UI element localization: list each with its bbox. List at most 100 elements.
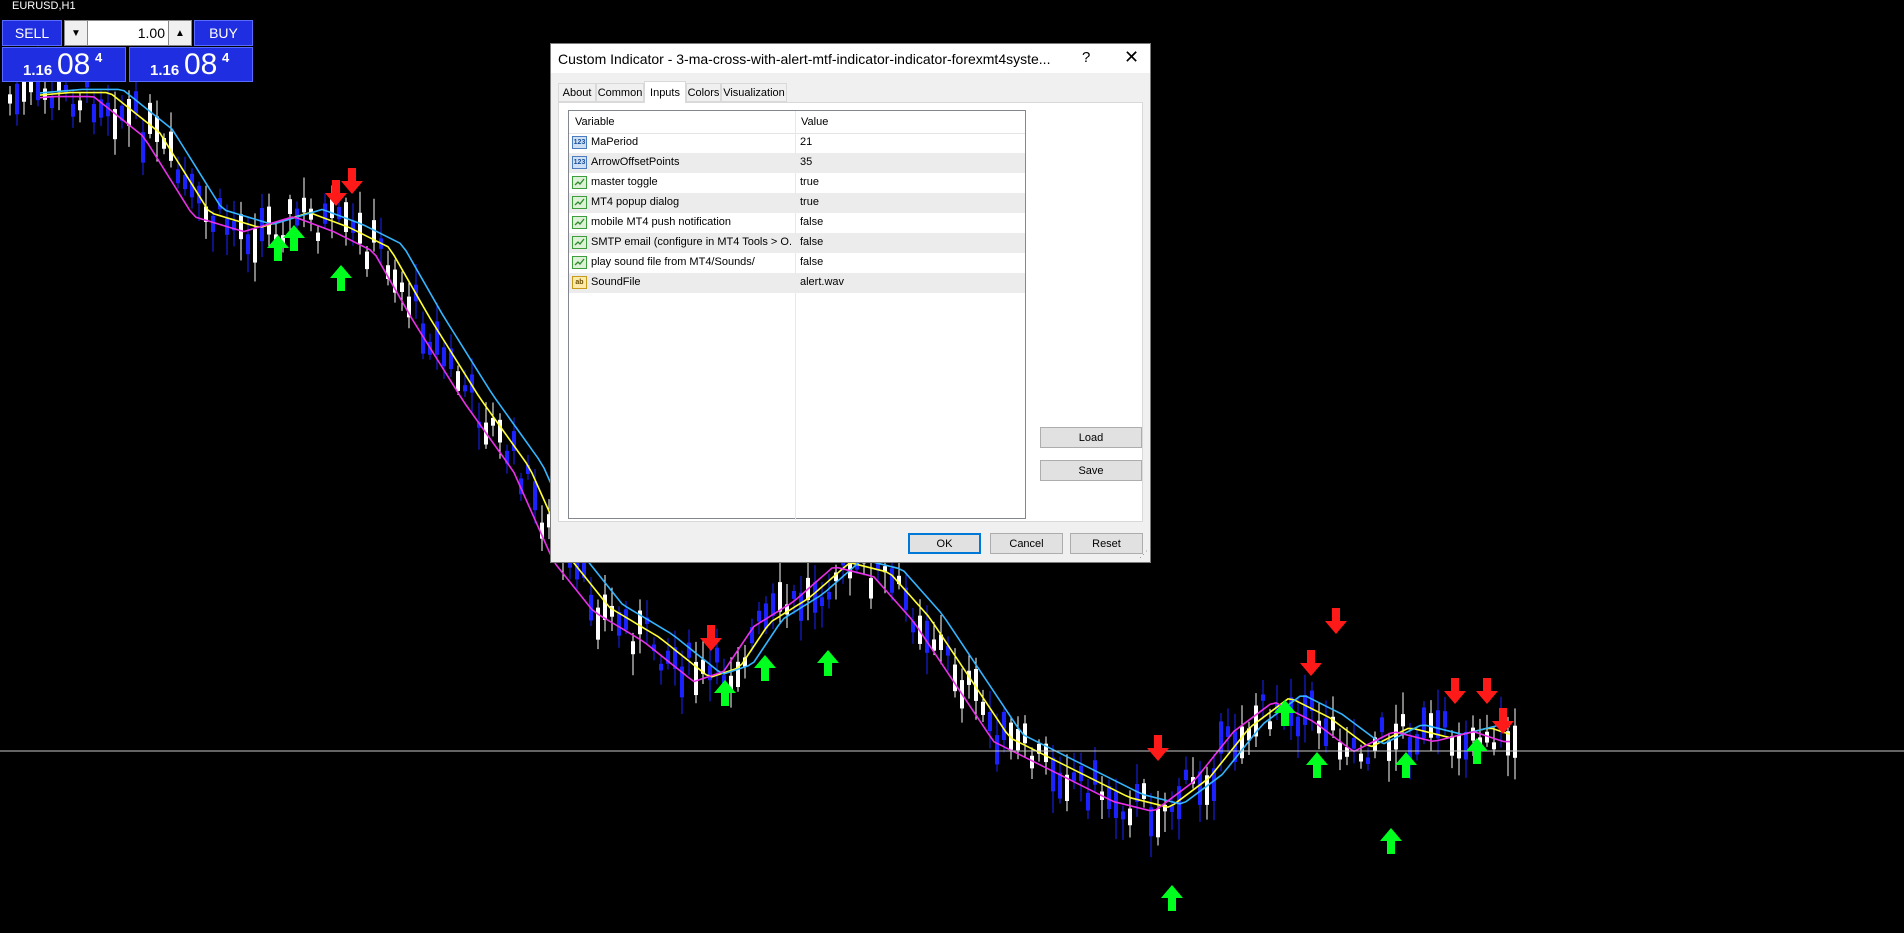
- param-value[interactable]: 21: [800, 136, 812, 148]
- param-value[interactable]: alert.wav: [800, 276, 844, 288]
- param-value[interactable]: false: [800, 216, 823, 228]
- sell-signal-arrow: [1147, 735, 1169, 761]
- candle-body: [764, 603, 768, 629]
- lot-increase-icon[interactable]: ▲: [168, 21, 191, 45]
- buy-button[interactable]: BUY: [194, 20, 253, 46]
- candle-body: [1086, 792, 1090, 811]
- candle-body: [1464, 731, 1468, 760]
- buy-price-fraction: 4: [222, 50, 230, 65]
- table-row[interactable]: 123 MaPeriod 21: [569, 133, 1025, 153]
- candle-body: [302, 197, 306, 213]
- candle-body: [995, 735, 999, 765]
- sell-price-box[interactable]: 1.16 08 4: [2, 47, 126, 82]
- lot-decrease-icon[interactable]: ▼: [65, 21, 88, 45]
- param-value[interactable]: false: [800, 236, 823, 248]
- inputs-tab-page: Variable Value 123 MaPeriod 21 123 ArrowOffs…: [558, 102, 1143, 522]
- buy-signal-arrow: [1380, 828, 1402, 854]
- candle-body: [1380, 717, 1384, 733]
- param-value[interactable]: false: [800, 256, 823, 268]
- table-row[interactable]: master toggle true: [569, 173, 1025, 193]
- param-variable: MaPeriod: [591, 136, 639, 148]
- candle-body: [1142, 783, 1146, 799]
- tab-about[interactable]: About: [558, 83, 596, 102]
- candle-body: [337, 206, 341, 220]
- inputs-grid[interactable]: Variable Value 123 MaPeriod 21 123 ArrowOffs…: [568, 110, 1026, 520]
- candle-body: [757, 610, 761, 622]
- column-header-variable[interactable]: Variable: [575, 116, 615, 128]
- dialog-titlebar[interactable]: Custom Indicator - 3-ma-cross-with-alert…: [551, 44, 1150, 73]
- candle-body: [1149, 807, 1153, 837]
- candle-body: [1443, 711, 1447, 728]
- candle-body: [1401, 714, 1405, 727]
- buy-price-prefix: 1.16: [150, 62, 180, 79]
- table-row[interactable]: SMTP email (configure in MT4 Tools > O..…: [569, 233, 1025, 253]
- candle-body: [176, 169, 180, 184]
- candle-body: [148, 102, 152, 134]
- load-button[interactable]: Load: [1040, 427, 1142, 448]
- candle-body: [323, 203, 327, 224]
- tab-colors[interactable]: Colors: [686, 83, 721, 102]
- candle-body: [533, 481, 537, 511]
- table-row[interactable]: play sound file from MT4/Sounds/false: [569, 253, 1025, 273]
- numeric-param-icon: 123: [572, 156, 587, 169]
- param-value[interactable]: 35: [800, 156, 812, 168]
- param-variable: MT4 popup dialog: [591, 196, 680, 208]
- lot-size-input[interactable]: 1.00: [91, 25, 165, 41]
- buy-signal-arrow: [267, 235, 289, 261]
- help-button[interactable]: ?: [1082, 49, 1090, 66]
- table-row[interactable]: ab SoundFile alert.wav: [569, 273, 1025, 293]
- candle-body: [1492, 742, 1496, 750]
- candle-body: [1072, 772, 1076, 782]
- save-button[interactable]: Save: [1040, 460, 1142, 481]
- table-row[interactable]: MT4 popup dialog true: [569, 193, 1025, 213]
- sell-signal-arrow: [341, 168, 363, 194]
- candle-body: [92, 104, 96, 123]
- tab-inputs[interactable]: Inputs: [644, 81, 686, 103]
- candle-body: [463, 385, 467, 392]
- candle-body: [603, 594, 607, 620]
- candle-body: [316, 232, 320, 241]
- candle-body: [827, 591, 831, 600]
- resize-grip-icon[interactable]: ⋰: [1139, 549, 1148, 560]
- sell-signal-arrow: [1444, 678, 1466, 704]
- candle-body: [267, 206, 271, 235]
- grid-header: Variable Value: [569, 111, 1025, 134]
- candle-body: [1156, 808, 1160, 838]
- tab-common[interactable]: Common: [596, 83, 644, 102]
- numeric-param-icon: 123: [572, 136, 587, 149]
- sell-button[interactable]: SELL: [2, 20, 62, 46]
- candle-body: [64, 84, 68, 94]
- candle-body: [1240, 726, 1244, 759]
- candle-body: [1513, 725, 1517, 758]
- one-click-trading-panel: SELL ▼ 1.00 ▲ BUY 1.16 08 4 1.16 08 4: [2, 20, 253, 82]
- lot-size-stepper[interactable]: ▼ 1.00 ▲: [64, 20, 192, 46]
- candle-body: [71, 104, 75, 117]
- cancel-button[interactable]: Cancel: [990, 533, 1063, 554]
- candle-body: [351, 220, 355, 233]
- candle-body: [792, 590, 796, 599]
- close-icon[interactable]: ✕: [1124, 47, 1139, 68]
- candle-body: [134, 91, 138, 114]
- candle-body: [715, 647, 719, 663]
- candle-body: [1303, 695, 1307, 725]
- ok-button[interactable]: OK: [908, 533, 981, 554]
- candle-body: [1121, 811, 1125, 820]
- sell-price-fraction: 4: [95, 50, 103, 65]
- candle-body: [400, 282, 404, 292]
- table-row[interactable]: mobile MT4 push notification false: [569, 213, 1025, 233]
- buy-price-box[interactable]: 1.16 08 4: [129, 47, 253, 82]
- reset-button[interactable]: Reset: [1070, 533, 1143, 554]
- param-value[interactable]: true: [800, 196, 819, 208]
- candle-body: [1268, 721, 1272, 730]
- param-variable: play sound file from MT4/Sounds/: [591, 256, 755, 268]
- tab-visualization[interactable]: Visualization: [721, 83, 787, 102]
- candle-body: [778, 582, 782, 612]
- candle-body: [771, 593, 775, 616]
- buy-signal-arrow: [1306, 752, 1328, 778]
- param-value[interactable]: true: [800, 176, 819, 188]
- candle-body: [183, 174, 187, 190]
- table-row[interactable]: 123 ArrowOffsetPoints 35: [569, 153, 1025, 173]
- candle-body: [246, 234, 250, 255]
- buy-price-pips: 08: [184, 48, 218, 81]
- column-header-value[interactable]: Value: [801, 116, 828, 128]
